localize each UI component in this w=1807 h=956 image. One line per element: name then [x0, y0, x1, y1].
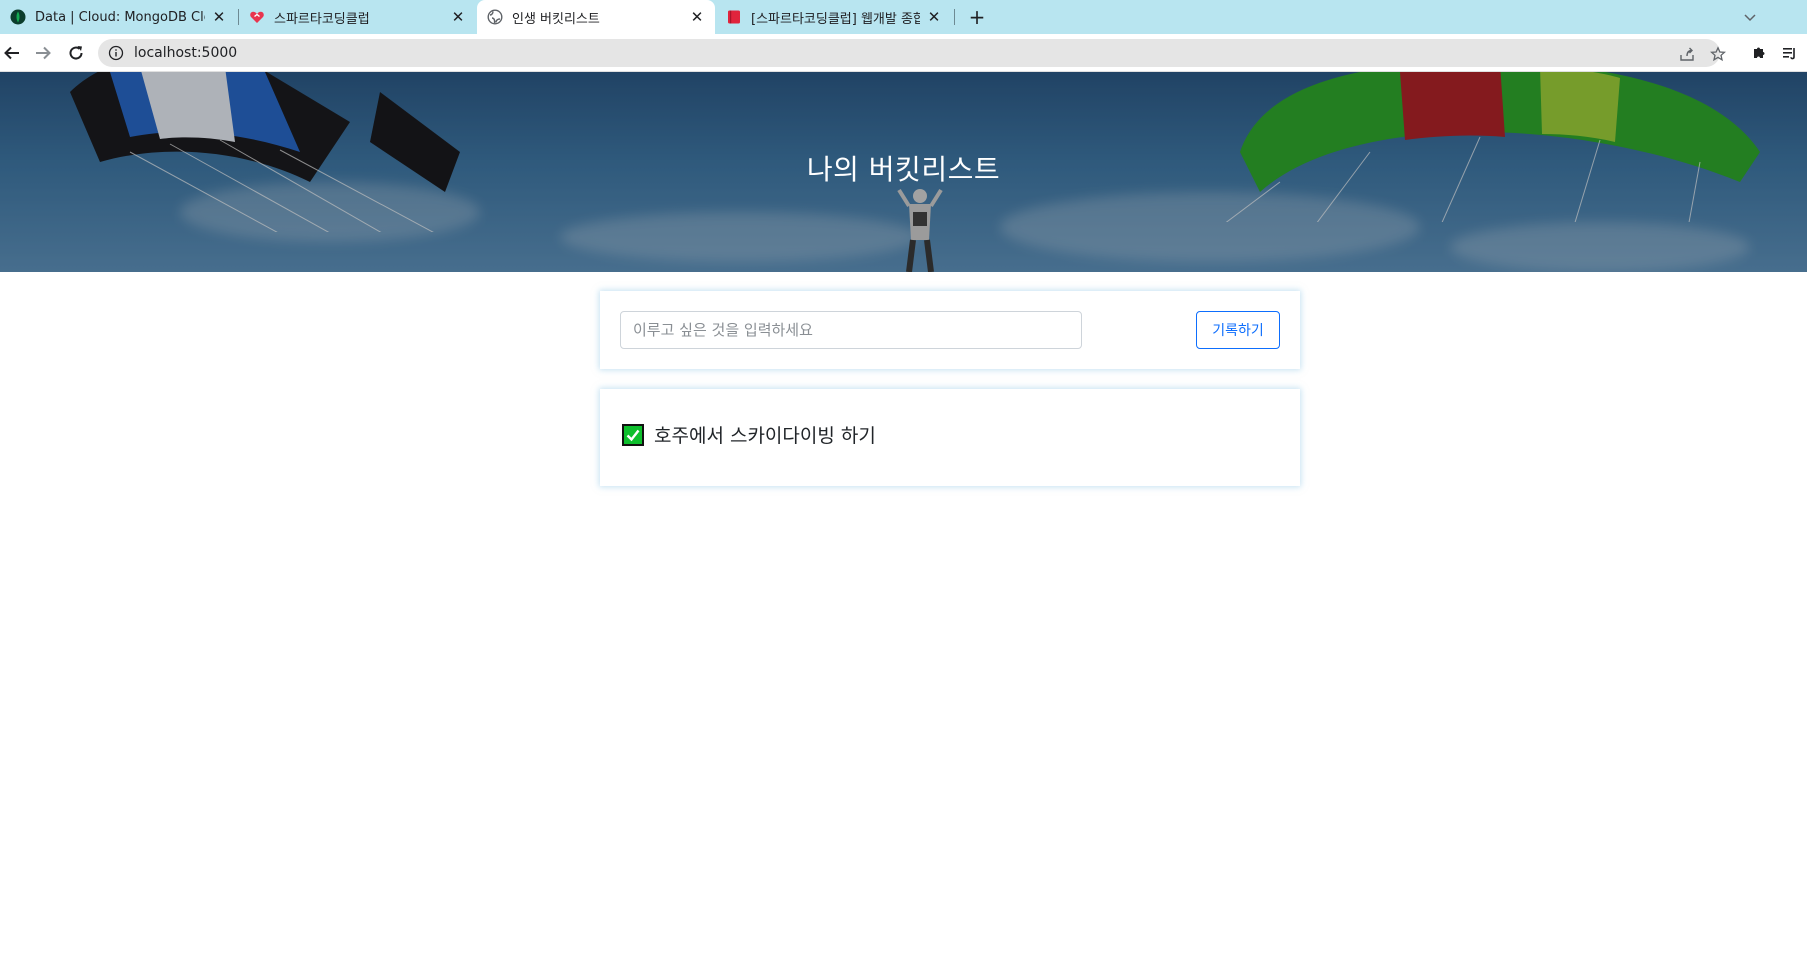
- list-item-text: 호주에서 스카이다이빙 하기: [654, 425, 876, 447]
- info-icon[interactable]: [108, 45, 124, 61]
- hero-banner: 나의 버킷리스트: [0, 72, 1807, 272]
- page-title: 나의 버킷리스트: [806, 153, 1001, 186]
- tab-title: 인생 버킷리스트: [512, 11, 600, 27]
- sparta-heart-icon: [249, 9, 265, 25]
- arrow-right-icon: [36, 46, 51, 60]
- arrow-left-icon: [4, 46, 19, 60]
- tab-sparta[interactable]: 스파르타코딩클럽 ✕: [239, 0, 476, 34]
- tab-title: 스파르타코딩클럽: [274, 11, 370, 27]
- reload-button[interactable]: [64, 41, 88, 65]
- tab-mongodb[interactable]: Data | Cloud: MongoDB Cloud ✕: [0, 0, 237, 34]
- reading-list-icon: [1783, 48, 1795, 60]
- puzzle-icon: [1754, 47, 1765, 58]
- tab-sparta-course[interactable]: [스파르타코딩클럽] 웹개발 종합반 ✕: [716, 0, 952, 34]
- close-icon[interactable]: ✕: [926, 8, 942, 26]
- save-button[interactable]: 기록하기: [1196, 311, 1280, 349]
- new-tab-button[interactable]: +: [964, 5, 990, 29]
- close-icon[interactable]: ✕: [450, 8, 466, 26]
- address-bar[interactable]: localhost:5000: [98, 39, 1726, 67]
- extensions-button[interactable]: [1747, 41, 1771, 65]
- browser-tab-strip: Data | Cloud: MongoDB Cloud ✕ 스파르타코딩클럽 ✕…: [0, 0, 1807, 34]
- back-button[interactable]: [0, 41, 24, 65]
- forward-button[interactable]: [31, 41, 55, 65]
- bucket-list-card: 호주에서 스카이다이빙 하기: [600, 389, 1300, 486]
- chevron-down-icon: [1744, 14, 1756, 22]
- star-icon[interactable]: [1709, 45, 1727, 63]
- reading-list-button[interactable]: [1778, 41, 1802, 65]
- tab-title: [스파르타코딩클럽] 웹개발 종합반: [751, 11, 920, 27]
- close-icon[interactable]: ✕: [211, 8, 227, 26]
- reload-icon: [69, 46, 83, 60]
- checkmark-icon: [622, 423, 644, 446]
- list-item: 호주에서 스카이다이빙 하기: [622, 421, 876, 448]
- bucket-input[interactable]: [620, 311, 1082, 349]
- url-text[interactable]: localhost:5000: [134, 45, 237, 61]
- tab-title: Data | Cloud: MongoDB Cloud: [35, 9, 205, 25]
- mongodb-leaf-icon: [10, 9, 26, 25]
- tab-bucketlist[interactable]: 인생 버킷리스트 ✕: [477, 0, 715, 34]
- book-icon: [726, 9, 742, 25]
- tab-separator: [954, 9, 955, 25]
- share-icon[interactable]: [1678, 45, 1696, 63]
- close-icon[interactable]: ✕: [689, 8, 705, 26]
- browser-toolbar: localhost:5000: [0, 34, 1807, 72]
- globe-icon: [487, 9, 503, 25]
- input-card: 기록하기: [600, 291, 1300, 369]
- tab-search-button[interactable]: [1738, 5, 1762, 29]
